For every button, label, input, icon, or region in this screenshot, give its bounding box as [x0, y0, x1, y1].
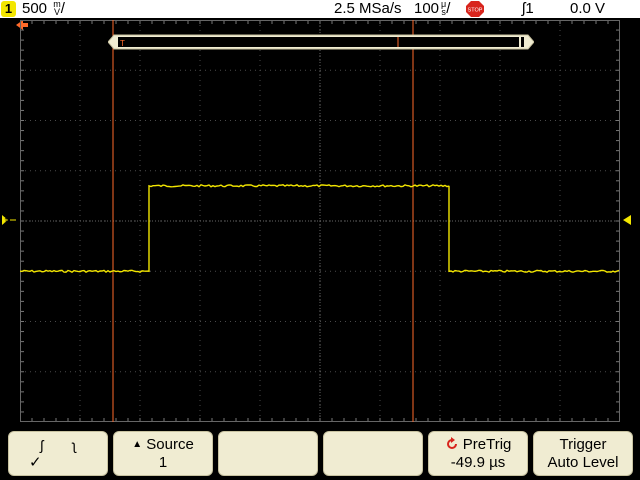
- trigger-label: Trigger: [559, 436, 607, 453]
- graticule: [20, 20, 620, 422]
- timebase[interactable]: 100 μ s/: [414, 0, 450, 18]
- stop-label: STOP: [468, 8, 483, 14]
- trigger-level[interactable]: 0.0 V: [570, 0, 605, 18]
- vertical-unit: mV: [53, 0, 61, 17]
- source-value: 1: [158, 454, 168, 471]
- slope-softkey[interactable]: ʃ ʅ ✓: [8, 431, 108, 476]
- per-div-slash: /: [60, 0, 65, 17]
- waveform-display[interactable]: [20, 20, 620, 422]
- sample-rate: 2.5 MSa/s: [334, 0, 402, 17]
- blank-softkey-2[interactable]: [323, 431, 423, 476]
- svg-text:1: 1: [4, 218, 8, 225]
- slope-check: ✓: [29, 454, 42, 471]
- trigger-level-arrow-icon[interactable]: [623, 214, 635, 226]
- vertical-scale[interactable]: 500 m V/: [22, 0, 65, 18]
- rising-edge-icon: ʃ: [40, 437, 44, 453]
- source-softkey[interactable]: ▲ Source 1: [113, 431, 213, 476]
- per-div-slash: /: [446, 0, 451, 17]
- stop-icon[interactable]: STOP: [466, 1, 484, 17]
- auto-level-label: Auto Level: [547, 454, 619, 471]
- vertical-scale-value: 500: [22, 0, 48, 17]
- trigger-source-value: 1: [525, 0, 534, 17]
- pretrig-label: PreTrig: [462, 436, 512, 453]
- pretrig-value: -49.9 µs: [450, 454, 506, 471]
- source-label: Source: [146, 436, 194, 453]
- timebase-value: 100: [414, 0, 440, 17]
- memory-bar: T: [108, 34, 534, 50]
- up-arrow-icon: ▲: [132, 439, 143, 450]
- blank-softkey-1[interactable]: [218, 431, 318, 476]
- status-bar: 1 500 m V/ 2.5 MSa/s 100 μ s/ STOP ʃ1 0.0 V: [0, 0, 640, 18]
- slope-icons: ʃ ʅ: [9, 436, 107, 455]
- falling-edge-icon: ʅ: [72, 437, 76, 453]
- pretrig-softkey[interactable]: PreTrig -49.9 µs: [428, 431, 528, 476]
- channel-badge[interactable]: 1: [1, 1, 16, 17]
- rotate-knob-icon: [446, 437, 457, 449]
- trigger-auto-level-softkey[interactable]: Trigger Auto Level: [533, 431, 633, 476]
- svg-text:T: T: [120, 39, 125, 48]
- trigger-source[interactable]: ʃ1: [522, 0, 534, 18]
- ground-marker-icon[interactable]: 1: [0, 212, 18, 228]
